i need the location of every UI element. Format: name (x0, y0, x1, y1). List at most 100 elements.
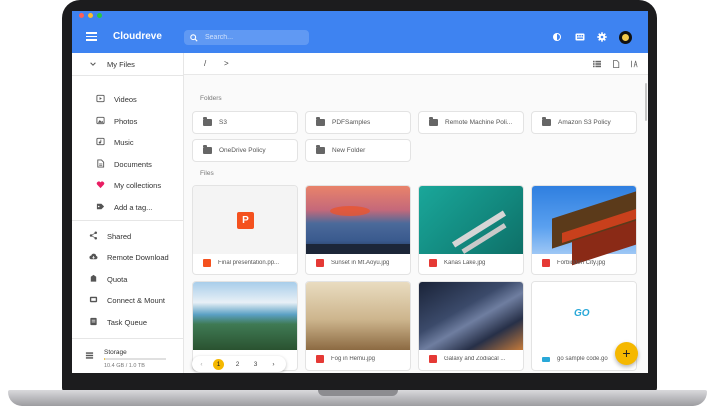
image-file-icon (316, 355, 324, 363)
image-file-icon (542, 259, 550, 267)
document-icon (97, 159, 105, 168)
sidebar-item-label: Add a tag... (114, 202, 153, 212)
menu-icon[interactable] (86, 32, 97, 41)
sidebar-item-remote-download[interactable]: Remote Download (72, 248, 183, 266)
file-thumbnail (193, 282, 297, 350)
folder-name: S3 (219, 119, 227, 126)
app-window: Cloudreve My Fil (72, 11, 648, 373)
ppt-file-icon (203, 259, 211, 267)
page-button-2[interactable]: 2 (232, 359, 243, 370)
sidebar-item-shared[interactable]: Shared (72, 227, 183, 245)
quota-icon (90, 274, 97, 282)
sidebar-item-add-tag[interactable]: Add a tag... (72, 198, 183, 216)
folder-item[interactable]: Remote Machine Poli... (418, 111, 524, 134)
sidebar-item-label: Documents (114, 159, 152, 169)
file-card[interactable]: Forbidden City.jpg (531, 185, 637, 275)
link-icon (89, 296, 98, 303)
sidebar-item-documents[interactable]: Documents (72, 155, 183, 173)
file-thumbnail: GO (532, 282, 636, 350)
sidebar: My Files Videos Photos Music Documents M… (72, 53, 184, 373)
file-info-icon[interactable] (612, 60, 620, 68)
folder-name: Amazon S3 Policy (558, 119, 611, 126)
file-card[interactable]: Kanas Lake.jpg (418, 185, 524, 275)
list-view-icon[interactable] (593, 60, 601, 68)
sidebar-divider (72, 220, 183, 221)
file-card[interactable]: P Final presentation.pp... (192, 185, 298, 275)
sidebar-item-quota[interactable]: Quota (72, 270, 183, 288)
search-box[interactable] (184, 30, 309, 45)
share-icon (89, 231, 98, 240)
powerpoint-icon: P (237, 212, 254, 229)
file-thumbnail: P (193, 186, 297, 254)
tag-icon (96, 203, 105, 210)
sidebar-item-music[interactable]: Music (72, 133, 183, 151)
window-controls (79, 13, 102, 18)
go-logo: GO (574, 308, 590, 319)
image-file-icon (429, 355, 437, 363)
sidebar-item-label: Quota (107, 274, 128, 284)
folder-item[interactable]: Amazon S3 Policy (531, 111, 637, 134)
minimize-window-button[interactable] (88, 13, 93, 18)
prev-page-button[interactable]: ‹ (196, 359, 207, 370)
sort-icon[interactable] (630, 60, 638, 68)
folder-name: New Folder (332, 147, 366, 154)
sidebar-item-label: Videos (114, 94, 137, 104)
file-thumbnail (306, 186, 410, 254)
task-icon (90, 317, 97, 326)
file-name: Sunset in Mt.Aoyu.jpg (331, 260, 390, 266)
avatar[interactable] (619, 31, 632, 44)
storage-progress-fill (104, 358, 105, 360)
folder-icon (429, 117, 438, 126)
file-thumbnail (419, 186, 523, 254)
folder-name: Remote Machine Poli... (445, 119, 513, 126)
folder-icon (203, 145, 212, 154)
sidebar-item-label: My collections (114, 180, 162, 190)
scrollbar[interactable] (645, 83, 647, 121)
folder-item[interactable]: OneDrive Policy (192, 139, 298, 162)
gear-icon[interactable] (597, 32, 607, 42)
folder-icon (203, 117, 212, 126)
file-card[interactable]: Sunset in Mt.Aoyu.jpg (305, 185, 411, 275)
sidebar-item-videos[interactable]: Videos (72, 90, 183, 108)
sidebar-item-photos[interactable]: Photos (72, 112, 183, 130)
task-manager-icon[interactable] (575, 32, 585, 42)
breadcrumb-root[interactable]: / (204, 59, 206, 68)
music-icon (96, 137, 105, 146)
storage-label: Storage (104, 349, 127, 356)
file-card[interactable]: Fog in Hemu.jpg (305, 281, 411, 371)
sidebar-item-connect-mount[interactable]: Connect & Mount (72, 291, 183, 309)
close-window-button[interactable] (79, 13, 84, 18)
sidebar-item-label: My Files (107, 59, 135, 69)
sidebar-divider (72, 338, 183, 339)
sidebar-item-task-queue[interactable]: Task Queue (72, 313, 183, 331)
file-name: Galaxy and Zodiacal ... (444, 356, 506, 362)
breadcrumb-expand-icon[interactable]: > (224, 59, 229, 68)
folders-heading: Folders (200, 95, 222, 102)
theme-toggle-icon[interactable] (552, 32, 562, 42)
go-file-icon (542, 357, 550, 362)
file-name: Fog in Hemu.jpg (331, 356, 376, 362)
next-page-button[interactable]: › (268, 359, 279, 370)
cloud-download-icon (89, 253, 98, 260)
search-input[interactable] (203, 33, 297, 42)
sidebar-item-label: Connect & Mount (107, 295, 165, 305)
sidebar-item-my-files[interactable]: My Files (72, 55, 183, 73)
storage-progress-bar (104, 358, 166, 360)
folder-icon (316, 145, 325, 154)
sidebar-item-my-collections[interactable]: My collections (72, 176, 183, 194)
page-button-3[interactable]: 3 (250, 359, 261, 370)
maximize-window-button[interactable] (97, 13, 102, 18)
file-name: Kanas Lake.jpg (444, 260, 486, 266)
folder-item[interactable]: S3 (192, 111, 298, 134)
breadcrumb: / > (184, 53, 648, 75)
page-button-1[interactable]: 1 (213, 359, 224, 370)
file-card[interactable]: Galaxy and Zodiacal ... (418, 281, 524, 371)
image-file-icon (429, 259, 437, 267)
main-content: / > Folders S3 PDFSamples Remote Machine… (184, 53, 648, 373)
folder-icon (316, 117, 325, 126)
folder-item[interactable]: PDFSamples (305, 111, 411, 134)
folder-item[interactable]: New Folder (305, 139, 411, 162)
add-button[interactable]: + (615, 342, 638, 365)
app-bar: Cloudreve (72, 11, 648, 53)
sidebar-item-label: Music (114, 137, 134, 147)
